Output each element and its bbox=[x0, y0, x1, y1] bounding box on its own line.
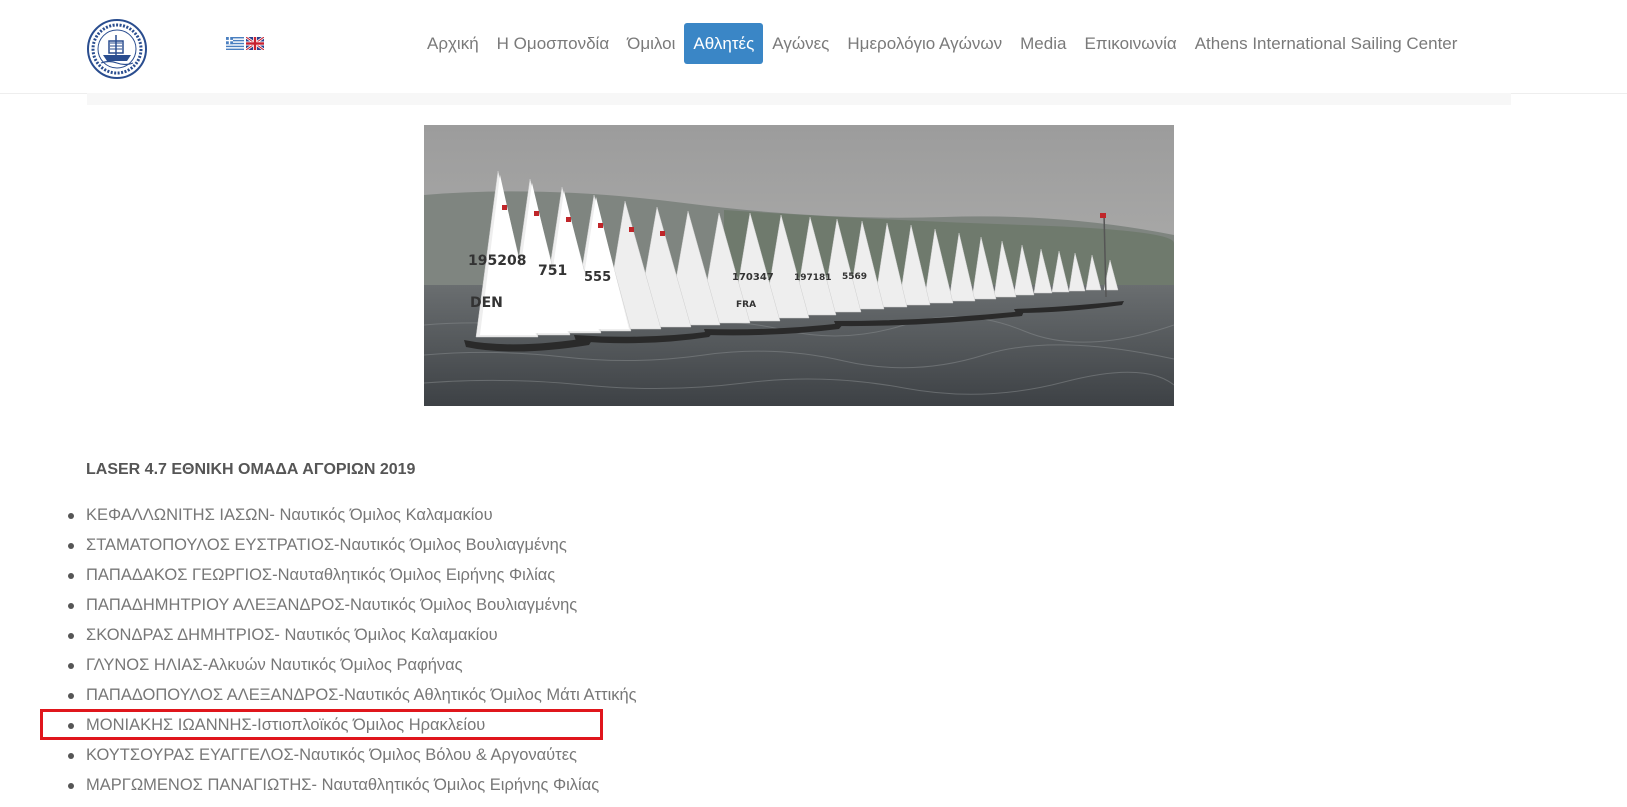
nav-item-clubs[interactable]: Όμιλοι bbox=[618, 23, 684, 64]
nav-item-media[interactable]: Media bbox=[1011, 23, 1075, 64]
nav-item-federation[interactable]: Η Ομοσπονδία bbox=[488, 23, 618, 64]
greek-flag-icon[interactable] bbox=[226, 37, 244, 50]
nav-item-home[interactable]: Αρχική bbox=[418, 23, 488, 64]
nav-item-races[interactable]: Αγώνες bbox=[763, 23, 838, 64]
federation-logo[interactable] bbox=[87, 19, 147, 79]
list-item: ΣΚΟΝΔΡΑΣ ΔΗΜΗΤΡΙΟΣ- Ναυτικός Όμιλος Καλα… bbox=[68, 622, 637, 652]
list-item: ΚΕΦΑΛΛΩΝΙΤΗΣ ΙΑΣΩΝ- Ναυτικός Όμιλος Καλα… bbox=[68, 502, 637, 532]
sail-country-den: DEN bbox=[470, 295, 503, 311]
sail-number-751: 751 bbox=[538, 263, 567, 279]
hero-image-laser-fleet: 195208 751 555 170347 197181 5569 DEN FR… bbox=[424, 125, 1174, 406]
sail-number-555: 555 bbox=[584, 270, 611, 285]
site-header: Αρχική Η Ομοσπονδία Όμιλοι Αθλητές Αγώνε… bbox=[0, 0, 1627, 94]
sail-country-fra: FRA bbox=[736, 300, 756, 310]
sail-number-195208: 195208 bbox=[468, 253, 526, 269]
list-item-highlighted: ΜΟΝΙΑΚΗΣ ΙΩΑΝΝΗΣ-Ιστιοπλοϊκός Όμιλος Ηρα… bbox=[68, 712, 637, 742]
nav-item-sailing-center[interactable]: Athens International Sailing Center bbox=[1186, 23, 1467, 64]
nav-item-athletes[interactable]: Αθλητές bbox=[684, 23, 764, 64]
section-title: LASER 4.7 ΕΘΝΙΚΗ ΟΜΑΔΑ ΑΓΟΡΙΩΝ 2019 bbox=[86, 461, 416, 478]
nav-item-race-calendar[interactable]: Ημερολόγιο Αγώνων bbox=[838, 23, 1011, 64]
nav-item-contact[interactable]: Επικοινωνία bbox=[1075, 23, 1185, 64]
sail-number-170347: 170347 bbox=[732, 272, 774, 283]
list-item: ΠΑΠΑΔΟΠΟΥΛΟΣ ΑΛΕΞΑΝΔΡΟΣ-Ναυτικός Αθλητικ… bbox=[68, 682, 637, 712]
main-navigation: Αρχική Η Ομοσπονδία Όμιλοι Αθλητές Αγώνε… bbox=[418, 23, 1466, 64]
list-item: ΠΑΠΑΔΗΜΗΤΡΙΟΥ ΑΛΕΞΑΝΔΡΟΣ-Ναυτικός Όμιλος… bbox=[68, 592, 637, 622]
list-item: ΠΑΠΑΔΑΚΟΣ ΓΕΩΡΓΙΟΣ-Ναυταθλητικός Όμιλος … bbox=[68, 562, 637, 592]
list-item: ΓΛΥΝΟΣ ΗΛΙΑΣ-Αλκυών Ναυτικός Όμιλος Ραφή… bbox=[68, 652, 637, 682]
uk-flag-icon[interactable] bbox=[246, 37, 264, 50]
language-switcher bbox=[226, 37, 264, 52]
athlete-list: ΚΕΦΑΛΛΩΝΙΤΗΣ ΙΑΣΩΝ- Ναυτικός Όμιλος Καλα… bbox=[68, 502, 637, 802]
list-item: ΣΤΑΜΑΤΟΠΟΥΛΟΣ ΕΥΣΤΡΑΤΙΟΣ-Ναυτικός Όμιλος… bbox=[68, 532, 637, 562]
list-item: ΚΟΥΤΣΟΥΡΑΣ ΕΥΑΓΓΕΛΟΣ-Ναυτικός Όμιλος Βόλ… bbox=[68, 742, 637, 772]
list-item: ΜΑΡΓΩΜΕΝΟΣ ΠΑΝΑΓΙΩΤΗΣ- Ναυταθλητικός Όμι… bbox=[68, 772, 637, 802]
header-divider-bar bbox=[87, 93, 1511, 105]
sail-number-197181: 197181 bbox=[794, 273, 832, 283]
sail-number-5569: 5569 bbox=[842, 272, 867, 282]
